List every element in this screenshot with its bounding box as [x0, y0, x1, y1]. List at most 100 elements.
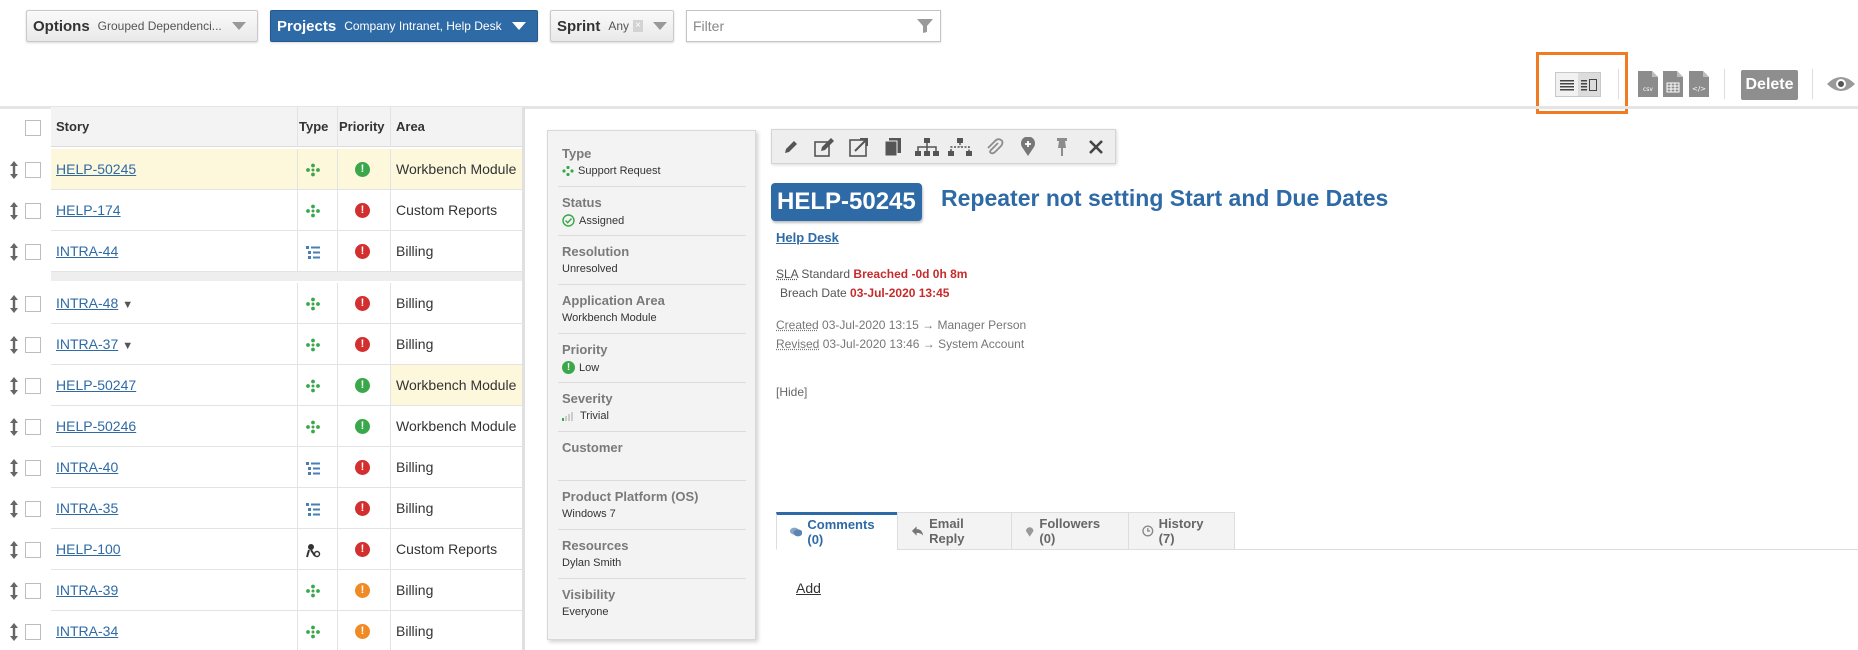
table-row[interactable]: INTRA-40! Billing	[0, 447, 524, 488]
field-value: Trivial	[580, 410, 609, 422]
row-checkbox[interactable]	[25, 501, 41, 517]
open-button[interactable]	[844, 133, 875, 161]
hierarchy-button[interactable]	[911, 133, 942, 161]
story-link[interactable]: INTRA-39	[56, 582, 122, 598]
table-row[interactable]: HELP-50247! Workbench Module	[0, 365, 524, 406]
hide-link[interactable]: [Hide]	[776, 385, 807, 399]
tab-history[interactable]: History (7)	[1128, 512, 1235, 550]
spreadsheet-export-icon[interactable]	[1662, 70, 1684, 98]
drag-handle-icon[interactable]	[8, 582, 20, 600]
svg-text:</>: </>	[1692, 85, 1706, 93]
column-header-story[interactable]: Story	[56, 119, 89, 134]
priority-medium-icon: !	[355, 624, 370, 639]
expand-toggle-icon[interactable]: ▼	[122, 340, 133, 352]
row-checkbox[interactable]	[25, 296, 41, 312]
field-label: Resolution	[562, 244, 742, 259]
row-checkbox[interactable]	[25, 542, 41, 558]
priority-high-icon: !	[355, 203, 370, 218]
row-checkbox[interactable]	[25, 337, 41, 353]
delete-button[interactable]: Delete	[1741, 70, 1798, 100]
row-checkbox[interactable]	[25, 419, 41, 435]
story-id: INTRA-44	[56, 243, 118, 259]
column-header-area[interactable]: Area	[396, 119, 425, 134]
row-checkbox[interactable]	[25, 162, 41, 178]
drag-handle-icon[interactable]	[8, 459, 20, 477]
sprint-dropdown[interactable]: Sprint Any ×	[550, 10, 674, 42]
priority-medium-icon: !	[355, 583, 370, 598]
clear-icon[interactable]: ×	[633, 20, 643, 32]
check-circle-icon	[562, 214, 575, 227]
table-row[interactable]: INTRA-34! Billing	[0, 611, 524, 650]
tab-comments[interactable]: Comments (0)	[776, 512, 898, 550]
close-button[interactable]	[1080, 133, 1111, 161]
story-link[interactable]: INTRA-44	[56, 243, 122, 259]
copy-button[interactable]	[877, 133, 908, 161]
story-link[interactable]: HELP-100	[56, 541, 125, 557]
table-row[interactable]: INTRA-48 ▼! Billing	[0, 283, 524, 324]
eye-icon[interactable]	[1826, 74, 1856, 97]
add-comment-link[interactable]: Add	[796, 580, 821, 596]
projects-dropdown[interactable]: Projects Company Intranet, Help Desk	[270, 10, 538, 42]
drag-handle-icon[interactable]	[8, 295, 20, 313]
edit-button[interactable]	[810, 133, 841, 161]
row-checkbox[interactable]	[25, 583, 41, 599]
row-checkbox[interactable]	[25, 624, 41, 640]
story-link[interactable]: INTRA-37 ▼	[56, 336, 133, 352]
expand-toggle-icon[interactable]: ▼	[122, 299, 133, 311]
story-link[interactable]: INTRA-40	[56, 459, 122, 475]
tab-email-reply[interactable]: Email Reply	[897, 512, 1012, 550]
tab-followers[interactable]: Followers (0)	[1011, 512, 1129, 550]
filter-input[interactable]	[693, 18, 916, 34]
column-divider	[337, 149, 338, 190]
support-request-icon	[305, 337, 321, 353]
select-all-checkbox[interactable]	[25, 120, 41, 136]
story-link[interactable]: HELP-50246	[56, 418, 140, 434]
table-row[interactable]: INTRA-37 ▼! Billing	[0, 324, 524, 365]
story-link[interactable]: INTRA-48 ▼	[56, 295, 133, 311]
table-row[interactable]: INTRA-39! Billing	[0, 570, 524, 611]
drag-handle-icon[interactable]	[8, 541, 20, 559]
csv-export-icon[interactable]: csv	[1637, 70, 1659, 98]
drag-handle-icon[interactable]	[8, 418, 20, 436]
list-view-button[interactable]	[1556, 73, 1578, 96]
split-view-button[interactable]	[1578, 73, 1600, 96]
table-row[interactable]: HELP-174! Custom Reports	[0, 190, 524, 231]
dependencies-button[interactable]	[945, 133, 976, 161]
story-link[interactable]: INTRA-34	[56, 623, 122, 639]
xml-export-icon[interactable]: </>	[1688, 70, 1710, 98]
table-row[interactable]: HELP-50245! Workbench Module	[0, 149, 524, 190]
drag-handle-icon[interactable]	[8, 161, 20, 179]
funnel-icon[interactable]	[916, 18, 934, 34]
table-row[interactable]: INTRA-35! Billing	[0, 488, 524, 529]
drag-handle-icon[interactable]	[8, 243, 20, 261]
story-link[interactable]: HELP-50247	[56, 377, 140, 393]
row-checkbox[interactable]	[25, 460, 41, 476]
drag-handle-icon[interactable]	[8, 377, 20, 395]
add-pin-button[interactable]	[1013, 133, 1044, 161]
attach-button[interactable]	[979, 133, 1010, 161]
table-row[interactable]: HELP-50246! Workbench Module	[0, 406, 524, 447]
options-dropdown[interactable]: Options Grouped Dependenci...	[26, 10, 258, 42]
options-value: Grouped Dependenci...	[98, 19, 222, 33]
row-checkbox[interactable]	[25, 378, 41, 394]
drag-handle-icon[interactable]	[8, 202, 20, 220]
quick-edit-button[interactable]	[776, 133, 807, 161]
story-link[interactable]: HELP-50245	[56, 161, 140, 177]
divider	[558, 431, 746, 432]
row-checkbox[interactable]	[25, 203, 41, 219]
table-row[interactable]: HELP-100! Custom Reports	[0, 529, 524, 570]
row-checkbox[interactable]	[25, 244, 41, 260]
support-request-icon	[562, 165, 574, 177]
pin-button[interactable]	[1046, 133, 1077, 161]
story-link[interactable]: HELP-174	[56, 202, 125, 218]
drag-handle-icon[interactable]	[8, 623, 20, 641]
column-header-priority[interactable]: Priority	[339, 119, 385, 134]
drag-handle-icon[interactable]	[8, 336, 20, 354]
story-link[interactable]: INTRA-35	[56, 500, 122, 516]
project-link[interactable]: Help Desk	[776, 230, 839, 245]
field-value: Windows 7	[562, 508, 616, 520]
column-divider	[390, 190, 391, 231]
column-header-type[interactable]: Type	[299, 119, 328, 134]
drag-handle-icon[interactable]	[8, 500, 20, 518]
table-row[interactable]: INTRA-44! Billing	[0, 231, 524, 272]
